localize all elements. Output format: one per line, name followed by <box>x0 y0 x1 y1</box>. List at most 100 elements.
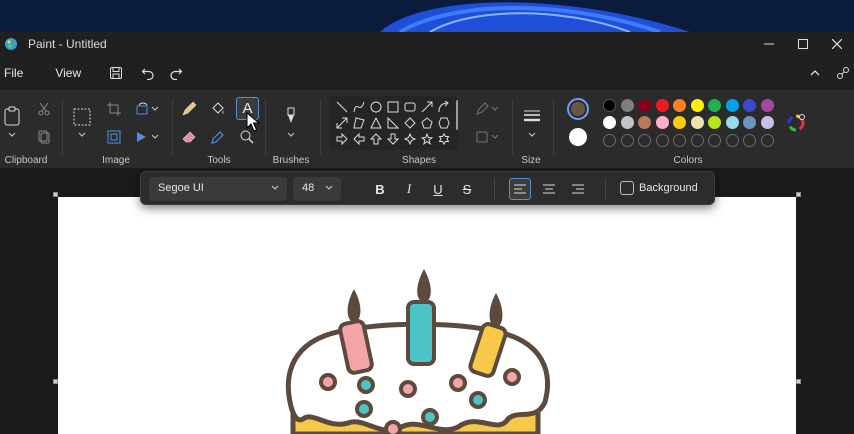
double-arrow-shape-icon[interactable] <box>334 115 350 131</box>
canvas-resize-handle[interactable] <box>796 379 801 384</box>
left-arrow-shape-icon[interactable] <box>351 131 367 147</box>
pentagon-shape-icon[interactable] <box>419 115 435 131</box>
paste-icon[interactable] <box>2 105 22 127</box>
close-button[interactable] <box>820 32 854 56</box>
crop-icon[interactable] <box>106 101 122 117</box>
minimize-button[interactable] <box>752 32 786 56</box>
align-left-button[interactable] <box>509 178 531 200</box>
color-swatch[interactable] <box>603 99 616 112</box>
secondary-color[interactable] <box>569 128 587 146</box>
color-picker-icon[interactable] <box>209 128 227 146</box>
copy-icon[interactable] <box>36 129 52 145</box>
color-swatch[interactable] <box>690 116 704 129</box>
custom-color-slot[interactable] <box>743 134 756 147</box>
italic-button[interactable]: I <box>400 180 418 198</box>
custom-color-slot[interactable] <box>603 134 616 147</box>
five-point-star-shape-icon[interactable] <box>419 131 435 147</box>
rectangle-shape-icon[interactable] <box>385 99 401 115</box>
resize-icon[interactable] <box>106 129 122 145</box>
maximize-button[interactable] <box>786 32 820 56</box>
color-swatch[interactable] <box>620 99 634 112</box>
custom-color-slot[interactable] <box>708 134 721 147</box>
pencil-icon[interactable] <box>180 100 198 118</box>
brush-icon[interactable] <box>283 105 299 127</box>
color-swatch[interactable] <box>655 116 669 129</box>
color-swatch[interactable] <box>743 99 756 112</box>
strikethrough-button[interactable]: S <box>458 180 476 198</box>
paste-dropdown-icon[interactable] <box>5 129 19 141</box>
redo-icon[interactable] <box>165 62 187 84</box>
color-swatch[interactable] <box>708 99 721 112</box>
arrow-line-shape-icon[interactable] <box>419 99 435 115</box>
font-size-select[interactable]: 48 <box>293 177 341 201</box>
color-swatch[interactable] <box>620 116 634 129</box>
custom-color-slot[interactable] <box>655 134 669 147</box>
rounded-rectangle-shape-icon[interactable] <box>402 99 418 115</box>
color-swatch[interactable] <box>673 116 686 129</box>
six-point-star-shape-icon[interactable] <box>436 131 452 147</box>
align-right-button[interactable] <box>567 178 589 200</box>
save-icon[interactable] <box>105 62 127 84</box>
color-swatch[interactable] <box>760 116 774 129</box>
color-swatch[interactable] <box>603 116 616 129</box>
custom-color-slot[interactable] <box>690 134 704 147</box>
select-icon[interactable] <box>72 107 92 127</box>
underline-button[interactable]: U <box>429 180 447 198</box>
file-menu[interactable]: File <box>0 66 27 80</box>
canvas-resize-handle[interactable] <box>53 379 58 384</box>
curve-shape-icon[interactable] <box>351 99 367 115</box>
size-dropdown-icon[interactable] <box>526 129 538 141</box>
color-swatch[interactable] <box>760 99 774 112</box>
four-point-star-shape-icon[interactable] <box>402 131 418 147</box>
curved-arrow-shape-icon[interactable] <box>436 99 452 115</box>
eraser-icon[interactable] <box>180 128 198 146</box>
custom-color-slot[interactable] <box>620 134 634 147</box>
color-swatch[interactable] <box>638 99 651 112</box>
select-dropdown-icon[interactable] <box>76 129 88 141</box>
oval-shape-icon[interactable] <box>368 99 384 115</box>
custom-color-slot[interactable] <box>638 134 651 147</box>
custom-color-slot[interactable] <box>760 134 774 147</box>
color-swatch[interactable] <box>743 116 756 129</box>
drawing-canvas[interactable] <box>58 197 796 434</box>
shapes-scrollbar[interactable] <box>456 100 458 130</box>
background-checkbox[interactable] <box>620 181 634 195</box>
outline-icon[interactable] <box>474 101 500 117</box>
color-swatch[interactable] <box>708 116 721 129</box>
rotate-icon[interactable] <box>134 101 160 117</box>
diamond-shape-icon[interactable] <box>402 115 418 131</box>
color-swatch[interactable] <box>690 99 704 112</box>
right-arrow-shape-icon[interactable] <box>334 131 350 147</box>
canvas-resize-handle[interactable] <box>796 192 801 197</box>
color-swatch[interactable] <box>725 116 739 129</box>
canvas-resize-handle[interactable] <box>53 192 58 197</box>
custom-color-slot[interactable] <box>725 134 739 147</box>
color-swatch[interactable] <box>638 116 651 129</box>
right-triangle-shape-icon[interactable] <box>385 115 401 131</box>
brush-dropdown-icon[interactable] <box>285 129 297 141</box>
freeform-shape-icon[interactable] <box>351 115 367 131</box>
size-icon[interactable] <box>522 109 542 123</box>
up-arrow-shape-icon[interactable] <box>368 131 384 147</box>
font-family-select[interactable]: Segoe UI <box>149 177 287 201</box>
primary-color[interactable] <box>567 98 589 120</box>
color-swatch[interactable] <box>655 99 669 112</box>
color-swatch[interactable] <box>725 99 739 112</box>
shape-fill-icon[interactable] <box>474 129 500 145</box>
edit-colors-icon[interactable] <box>786 113 806 133</box>
align-center-button[interactable] <box>538 178 560 200</box>
flip-icon[interactable] <box>134 129 160 145</box>
line-shape-icon[interactable] <box>334 99 350 115</box>
fill-icon[interactable] <box>209 100 227 118</box>
color-swatch[interactable] <box>673 99 686 112</box>
undo-icon[interactable] <box>137 62 159 84</box>
bold-button[interactable]: B <box>371 180 389 198</box>
down-arrow-shape-icon[interactable] <box>385 131 401 147</box>
hexagon-shape-icon[interactable] <box>436 115 452 131</box>
custom-color-slot[interactable] <box>673 134 686 147</box>
view-menu[interactable]: View <box>51 66 85 80</box>
collapse-ribbon-icon[interactable] <box>804 62 826 84</box>
triangle-shape-icon[interactable] <box>368 115 384 131</box>
cut-icon[interactable] <box>36 101 52 117</box>
share-icon[interactable] <box>832 62 854 84</box>
